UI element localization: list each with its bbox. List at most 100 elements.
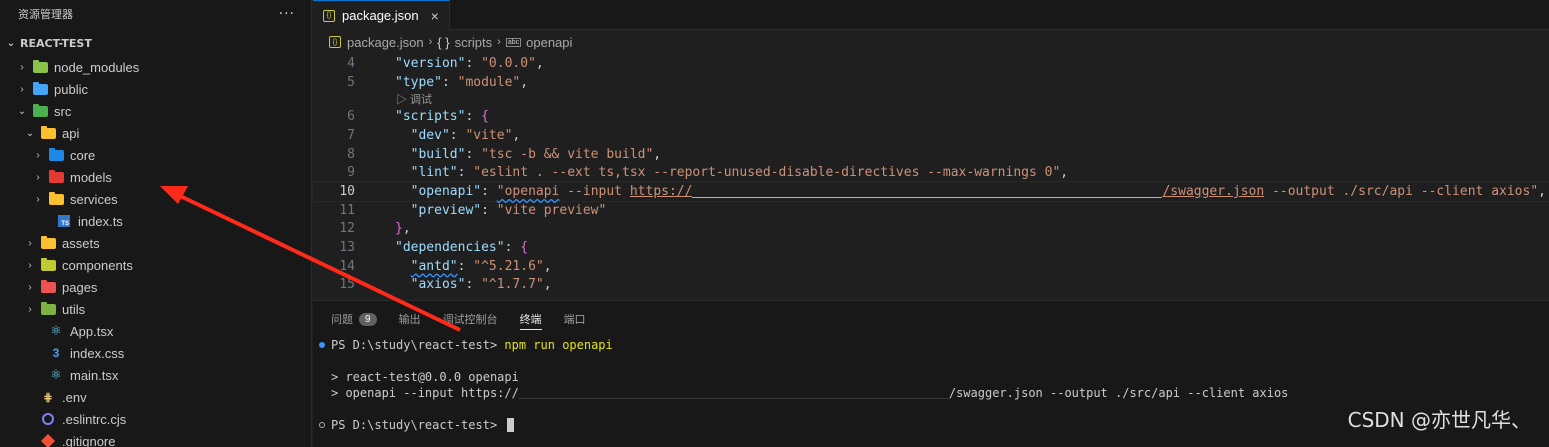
line-number: 4: [347, 55, 355, 71]
breadcrumb-separator: ›: [497, 36, 501, 48]
tree-item-label: node_modules: [54, 59, 140, 75]
tree-item-label: assets: [62, 235, 100, 251]
code-editor[interactable]: 4 "version": "0.0.0", 5 "type": "module"…: [312, 54, 1549, 295]
json-value: "^1.7.7": [481, 277, 544, 293]
folder-src-icon: [32, 103, 48, 118]
debug-codelens[interactable]: ▷ 调试: [313, 91, 1549, 107]
tab-label: 终端: [519, 313, 542, 326]
tab-problems[interactable]: 问题 9: [331, 301, 377, 337]
code-line: 15 "axios": "^1.7.7",: [313, 276, 1549, 295]
tree-item-assets[interactable]: › assets: [0, 232, 311, 254]
code-line: 4 "version": "0.0.0",: [313, 54, 1549, 73]
tree-item-label: components: [62, 257, 133, 273]
chevron-down-icon: ⌄: [17, 105, 27, 117]
tab-debug-console[interactable]: 调试控制台: [443, 301, 498, 337]
workspace-root[interactable]: ⌄ REACT-TEST: [0, 30, 311, 56]
folder-green-icon: [32, 59, 48, 74]
json-key: "scripts": [395, 109, 466, 125]
tab-ports[interactable]: 端口: [564, 301, 586, 337]
tab-output[interactable]: 输出: [399, 301, 421, 337]
tree-item-public[interactable]: › public: [0, 78, 311, 100]
breadcrumb-scripts[interactable]: scripts: [455, 35, 493, 50]
json-key: "lint": [410, 165, 458, 181]
json-key: "antd": [410, 258, 458, 274]
tab-label: 输出: [398, 314, 421, 326]
line-number: 9: [347, 165, 355, 181]
tree-item-node-modules[interactable]: › node_modules: [0, 56, 311, 78]
tree-item-label: api: [62, 125, 80, 141]
panel-tabs: 问题 9 输出 调试控制台 终端 端口: [313, 301, 1549, 337]
folder-services-icon: [48, 191, 64, 206]
tree-item-utils[interactable]: › utils: [0, 298, 311, 320]
tree-item-index-ts[interactable]: TS index.ts: [0, 210, 311, 232]
json-value: "vite preview": [496, 202, 607, 218]
code-line: 13 "dependencies": {: [313, 238, 1549, 257]
redacted-region: [518, 387, 949, 399]
chevron-right-icon: ›: [36, 149, 40, 161]
folder-utils-icon: [40, 301, 56, 316]
json-value: "^5.21.6": [473, 258, 544, 274]
terminal-output: > react-test@0.0.0 openapi: [331, 370, 519, 384]
terminal-line: PS D:\study\react-test> npm run openapi: [319, 337, 1549, 353]
breadcrumb-openapi[interactable]: openapi: [526, 35, 572, 50]
chevron-right-icon: ›: [36, 193, 40, 205]
json-value: "0.0.0": [481, 55, 536, 71]
url-link[interactable]: https://: [630, 184, 693, 199]
tab-label: package.json: [342, 8, 419, 23]
tree-item-services[interactable]: › services: [0, 188, 311, 210]
bottom-panel: 问题 9 输出 调试控制台 终端 端口 PS D:\study\react-te…: [313, 300, 1549, 447]
tree-item-components[interactable]: › components: [0, 254, 311, 276]
workspace-root-label: REACT-TEST: [20, 36, 92, 50]
chevron-right-icon: ›: [28, 237, 32, 249]
more-actions-icon[interactable]: ···: [279, 6, 295, 22]
tree-item-eslintrc-cjs[interactable]: .eslintrc.cjs: [0, 408, 311, 430]
terminal-line: > react-test@0.0.0 openapi: [319, 369, 1549, 385]
command-pending-dot-icon[interactable]: [319, 422, 325, 428]
json-file-icon: {}: [323, 9, 335, 22]
tree-item-pages[interactable]: › pages: [0, 276, 311, 298]
command-success-dot-icon[interactable]: [319, 342, 325, 348]
terminal-prompt: PS D:\study\react-test>: [331, 418, 505, 432]
react-file-icon: ⚛: [50, 323, 62, 338]
line-number: 5: [347, 74, 355, 90]
line-number: 11: [339, 202, 355, 218]
tree-item-index-css[interactable]: 3 index.css: [0, 342, 311, 364]
json-value: "module": [457, 74, 521, 90]
json-value-part: --input: [559, 183, 630, 199]
line-number: 7: [347, 127, 355, 143]
json-value: "eslint . --ext ts,tsx --report-unused-d…: [473, 165, 1061, 181]
json-file-icon: {}: [329, 36, 341, 48]
editor-tabs: {} package.json ×: [313, 0, 1549, 30]
line-number: 10: [339, 183, 355, 199]
tree-item-src[interactable]: ⌄ src: [0, 100, 311, 122]
tree-item-models[interactable]: › models: [0, 166, 311, 188]
tree-item-label: .gitignore: [62, 433, 116, 447]
tree-item-main-tsx[interactable]: ⚛ main.tsx: [0, 364, 311, 386]
close-icon[interactable]: ×: [431, 8, 439, 24]
tree-item-env[interactable]: ⋕ .env: [0, 386, 311, 408]
tab-terminal[interactable]: 终端: [519, 308, 542, 330]
tree-item-api[interactable]: ⌄ api: [0, 122, 311, 144]
tab-package-json[interactable]: {} package.json ×: [313, 0, 450, 30]
string-icon: abc: [505, 37, 522, 47]
terminal-cursor: [507, 418, 515, 432]
terminal-command: npm run openapi: [504, 338, 613, 352]
tree-item-core[interactable]: › core: [0, 144, 311, 166]
breadcrumb-file[interactable]: package.json: [347, 35, 424, 50]
tree-item-gitignore[interactable]: .gitignore: [0, 430, 311, 447]
json-key: "type": [395, 74, 442, 90]
terminal-output: > openapi --input https://: [331, 386, 519, 400]
tree-item-label: public: [54, 81, 88, 97]
tree-item-app-tsx[interactable]: ⚛ App.tsx: [0, 320, 311, 342]
chevron-right-icon: ›: [28, 259, 32, 271]
tree-item-label: index.css: [70, 345, 125, 361]
redacted-region: [692, 184, 1163, 199]
url-link[interactable]: /swagger.json: [1162, 184, 1264, 199]
code-line: 14 "antd": "^5.21.6",: [313, 257, 1549, 276]
env-file-icon: ⋕: [43, 391, 53, 404]
code-line: 5 "type": "module",: [313, 73, 1549, 92]
line-number: 8: [347, 146, 355, 162]
json-value: "tsc -b && vite build": [481, 146, 654, 162]
css-file-icon: 3: [52, 346, 60, 360]
